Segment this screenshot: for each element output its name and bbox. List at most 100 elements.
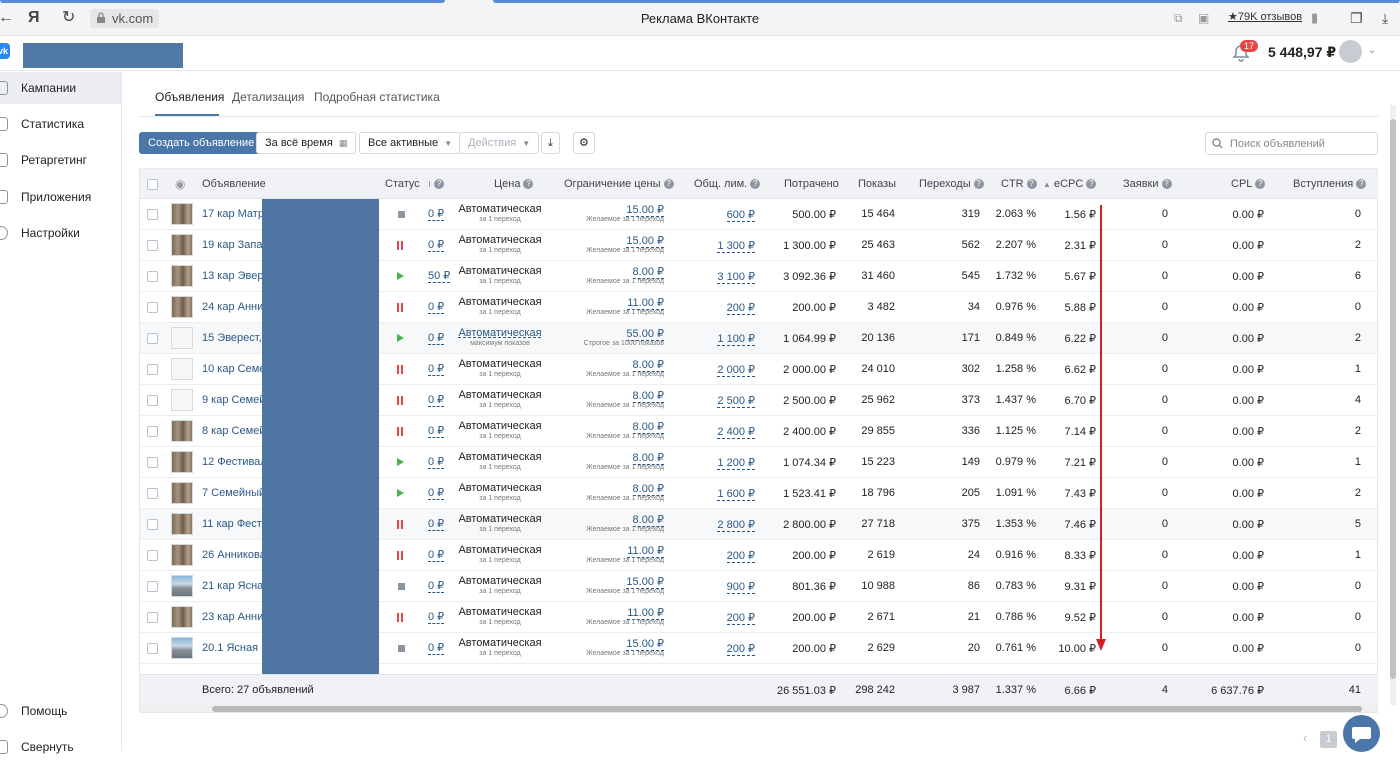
price-limit-link[interactable]: 15.00 ₽ <box>626 575 664 589</box>
price-limit-link[interactable]: 15.00 ₽ <box>626 234 664 248</box>
budget-link[interactable]: 0 ₽ <box>428 331 445 345</box>
chat-button[interactable] <box>1343 715 1380 752</box>
row-checkbox[interactable] <box>147 519 158 530</box>
total-limit-link[interactable]: 1 600 ₽ <box>717 487 755 501</box>
row-checkbox[interactable] <box>147 209 158 220</box>
sidebar-collapse[interactable]: Свернуть <box>0 731 121 763</box>
price-limit-link[interactable]: 8.00 ₽ <box>632 389 664 403</box>
price-limit-link[interactable]: 11.00 ₽ <box>627 606 664 620</box>
price-type[interactable]: Автоматическая <box>455 327 545 339</box>
ad-name-link[interactable]: 24 кар Анник <box>202 301 268 313</box>
total-limit-link[interactable]: 2 500 ₽ <box>717 394 755 408</box>
total-limit-link[interactable]: 200 ₽ <box>726 611 755 625</box>
row-checkbox[interactable] <box>147 333 158 344</box>
status-stop-icon[interactable] <box>398 645 405 652</box>
row-checkbox[interactable] <box>147 364 158 375</box>
search-input[interactable]: Поиск объявлений <box>1205 132 1378 155</box>
extension-icon[interactable]: ▣ <box>1198 8 1209 28</box>
avatar[interactable] <box>1339 40 1362 63</box>
status-pause-icon[interactable] <box>397 241 403 250</box>
ad-name-link[interactable]: 7 Семейный, <box>202 487 268 499</box>
budget-link[interactable]: 0 ₽ <box>428 548 445 562</box>
sidebar-help[interactable]: Помощь <box>0 695 121 727</box>
status-pause-icon[interactable] <box>397 396 403 405</box>
ad-name-link[interactable]: 19 кар Запад <box>202 239 269 251</box>
total-limit-link[interactable]: 900 ₽ <box>726 580 755 594</box>
budget-link[interactable]: 0 ₽ <box>428 424 445 438</box>
status-play-icon[interactable] <box>397 489 404 497</box>
status-stop-icon[interactable] <box>398 583 405 590</box>
horizontal-scrollbar[interactable] <box>140 704 1377 712</box>
actions-dropdown[interactable]: Действия ▼ <box>459 132 540 154</box>
sidebar-item-settings[interactable]: Настройки <box>0 217 121 249</box>
row-checkbox[interactable] <box>147 271 158 282</box>
total-limit-link[interactable]: 1 200 ₽ <box>717 456 755 470</box>
col-joins[interactable]: Вступления? <box>1293 178 1367 190</box>
ad-name-link[interactable]: 13 кар Эвере <box>202 270 270 282</box>
select-all-checkbox[interactable] <box>147 179 158 190</box>
row-checkbox[interactable] <box>147 581 158 592</box>
scrollbar-thumb[interactable] <box>1390 119 1396 679</box>
row-checkbox[interactable] <box>147 643 158 654</box>
row-checkbox[interactable] <box>147 612 158 623</box>
ad-name-link[interactable]: 21 кар Ясная <box>202 580 269 592</box>
row-checkbox[interactable] <box>147 302 158 313</box>
price-limit-link[interactable]: 8.00 ₽ <box>632 358 664 372</box>
pager-current-page[interactable]: 1 <box>1320 731 1337 748</box>
col-ecpc[interactable]: ▲ eCPC? <box>1043 178 1097 190</box>
ad-name-link[interactable]: 17 кар Матро <box>202 208 270 220</box>
status-play-icon[interactable] <box>397 272 404 280</box>
price-limit-link[interactable]: 8.00 ₽ <box>632 265 664 279</box>
total-limit-link[interactable]: 600 ₽ <box>726 208 755 222</box>
status-stop-icon[interactable] <box>398 211 405 218</box>
price-limit-link[interactable]: 15.00 ₽ <box>626 203 664 217</box>
budget-link[interactable]: 0 ₽ <box>428 393 445 407</box>
sidebar-item-campaigns[interactable]: Кампании <box>0 72 121 104</box>
total-limit-link[interactable]: 2 000 ₽ <box>717 363 755 377</box>
col-clicks[interactable]: Переходы? <box>919 178 984 190</box>
budget-link[interactable]: 0 ₽ <box>428 486 445 500</box>
total-limit-link[interactable]: 1 300 ₽ <box>717 239 755 253</box>
col-price-limit[interactable]: Ограничение цены? <box>564 178 674 190</box>
status-play-icon[interactable] <box>397 334 404 342</box>
row-checkbox[interactable] <box>147 457 158 468</box>
ad-name-link[interactable]: 20.1 Ясная П <box>202 642 269 654</box>
budget-link[interactable]: 50 ₽ <box>428 269 451 283</box>
price-limit-link[interactable]: 8.00 ₽ <box>632 420 664 434</box>
price-limit-link[interactable]: 55.00 ₽ <box>626 327 664 341</box>
reviews-link[interactable]: ★79K отзывов <box>1228 10 1302 23</box>
budget-link[interactable]: 0 ₽ <box>428 455 445 469</box>
status-pause-icon[interactable] <box>397 303 403 312</box>
col-impressions[interactable]: Показы <box>858 178 896 190</box>
tab-ads[interactable]: Объявления <box>155 90 224 104</box>
price-limit-link[interactable]: 8.00 ₽ <box>632 513 664 527</box>
total-limit-link[interactable]: 2 800 ₽ <box>717 518 755 532</box>
sidebar-item-retargeting[interactable]: Ретаргетинг <box>0 144 121 176</box>
status-play-icon[interactable] <box>397 458 404 466</box>
create-ad-button[interactable]: Создать объявление <box>139 132 264 154</box>
price-limit-link[interactable]: 11.00 ₽ <box>627 544 664 558</box>
price-limit-link[interactable]: 15.00 ₽ <box>626 637 664 651</box>
sidebar-item-apps[interactable]: Приложения <box>0 181 121 213</box>
status-pause-icon[interactable] <box>397 551 403 560</box>
total-limit-link[interactable]: 200 ₽ <box>726 642 755 656</box>
status-pause-icon[interactable] <box>397 520 403 529</box>
row-checkbox[interactable] <box>147 488 158 499</box>
budget-link[interactable]: 0 ₽ <box>428 300 445 314</box>
status-pause-icon[interactable] <box>397 365 403 374</box>
price-limit-link[interactable]: 11.00 ₽ <box>627 296 664 310</box>
col-status[interactable]: Статус <box>385 178 420 190</box>
pager-prev-button[interactable]: ‹ <box>1303 731 1307 745</box>
vertical-scrollbar[interactable] <box>1390 105 1396 705</box>
download-icon[interactable]: ⤓ <box>1382 8 1388 28</box>
bookmark-icon[interactable]: ▮ <box>1311 8 1318 28</box>
row-checkbox[interactable] <box>147 240 158 251</box>
sidebar-item-stats[interactable]: Статистика <box>0 108 121 140</box>
ad-name-link[interactable]: 23 кар Анник <box>202 611 268 623</box>
budget-link[interactable]: 0 ₽ <box>428 517 445 531</box>
scrollbar-thumb[interactable] <box>212 706 1362 712</box>
budget-link[interactable]: 0 ₽ <box>428 610 445 624</box>
ad-name-link[interactable]: 11 кар Фести <box>202 518 268 530</box>
collections-icon[interactable]: ❐ <box>1350 8 1363 28</box>
budget-link[interactable]: 0 ₽ <box>428 579 445 593</box>
